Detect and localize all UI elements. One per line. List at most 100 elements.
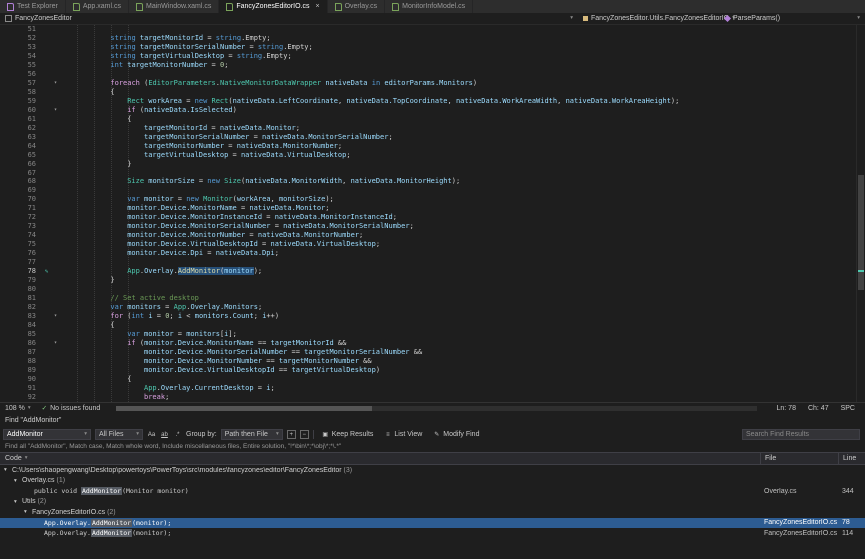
code-line[interactable]: 92break; xyxy=(0,393,857,402)
tab-mainwindow-xaml-cs[interactable]: MainWindow.xaml.cs xyxy=(129,0,219,13)
fold-collapse-icon[interactable]: ▾ xyxy=(51,312,60,321)
fold-collapse-icon[interactable]: ▾ xyxy=(51,106,60,115)
code-line[interactable]: 88monitor.Device.MonitorNumber == target… xyxy=(0,357,857,366)
fold-margin xyxy=(51,169,60,178)
whole-word-icon[interactable]: ab xyxy=(160,430,169,439)
code-line[interactable]: 69 xyxy=(0,186,857,195)
tab-fancyzoneseditorio-cs[interactable]: FancyZonesEditorIO.cs× xyxy=(219,0,327,13)
code-line[interactable]: 82var monitors = App.Overlay.Monitors; xyxy=(0,303,857,312)
project-dropdown[interactable]: FancyZonesEditor ▾ xyxy=(0,13,578,24)
code-line[interactable]: 72monitor.Device.MonitorInstanceId = nat… xyxy=(0,213,857,222)
collapse-icon[interactable]: ▾ xyxy=(14,478,22,484)
code-line[interactable]: 90{ xyxy=(0,375,857,384)
horizontal-scrollbar[interactable] xyxy=(116,406,756,411)
code-line[interactable]: 80 xyxy=(0,285,857,294)
code-line[interactable]: 76monitor.Device.Dpi = nativeData.Dpi; xyxy=(0,249,857,258)
fold-collapse-icon[interactable]: ▾ xyxy=(51,339,60,348)
code-line[interactable]: 81// Set active desktop xyxy=(0,294,857,303)
tab-monitorinfomodel-cs[interactable]: MonitorInfoModel.cs xyxy=(385,0,473,13)
code-line[interactable]: 74monitor.Device.MonitorNumber = nativeD… xyxy=(0,231,857,240)
code-line[interactable]: 89monitor.Device.VirtualDesktopId == tar… xyxy=(0,366,857,375)
code-line[interactable]: 53string targetMonitorSerialNumber = str… xyxy=(0,43,857,52)
code-line[interactable]: 57▾foreach (EditorParameters.NativeMonit… xyxy=(0,79,857,88)
scope-combo[interactable]: All Files ▾ xyxy=(95,429,143,440)
match-case-icon[interactable]: Aa xyxy=(147,430,156,439)
find-group-row[interactable]: ▾FancyZonesEditorIO.cs (2) xyxy=(0,507,865,518)
tab-app-xaml-cs[interactable]: App.xaml.cs xyxy=(66,0,129,13)
code-line[interactable]: 91App.Overlay.CurrentDesktop = i; xyxy=(0,384,857,393)
list-view-button[interactable]: ≡ List View xyxy=(380,430,425,439)
code-line[interactable]: 56 xyxy=(0,70,857,79)
find-result-row[interactable]: App.Overlay.AddMonitor(monitor);FancyZon… xyxy=(0,528,865,539)
find-group-row[interactable]: ▾C:\Users\shaopengwang\Desktop\powertoys… xyxy=(0,465,865,476)
document-health-indicator[interactable]: ✓ No issues found xyxy=(36,405,107,412)
code-line[interactable]: 52string targetMonitorId = string.Empty; xyxy=(0,34,857,43)
code-line[interactable]: 65targetVirtualDesktop = nativeData.Virt… xyxy=(0,151,857,160)
column-header-code[interactable]: Code ▾ xyxy=(0,453,760,464)
search-placeholder: Search Find Results xyxy=(746,431,809,438)
code-line[interactable]: 84{ xyxy=(0,321,857,330)
zoom-control[interactable]: 108 % ▾ xyxy=(0,405,36,412)
close-icon[interactable]: × xyxy=(315,3,319,10)
find-group-row[interactable]: ▾Utils (2) xyxy=(0,497,865,508)
tab-test-explorer[interactable]: Test Explorer xyxy=(0,0,66,13)
type-dropdown[interactable]: FancyZonesEditor.Utils.FancyZonesEditorI… xyxy=(578,13,720,24)
group-by-value: Path then File xyxy=(225,431,268,438)
expand-all-icon[interactable]: + xyxy=(287,430,296,439)
scrollbar-thumb[interactable] xyxy=(858,175,864,290)
code-line[interactable]: 67 xyxy=(0,169,857,178)
code-line[interactable]: 83▾for (int i = 0; i < monitors.Count; i… xyxy=(0,312,857,321)
code-line[interactable]: 78✎App.Overlay.AddMonitor(monitor); xyxy=(0,267,857,276)
code-line[interactable]: 70var monitor = new Monitor(workArea, mo… xyxy=(0,195,857,204)
fold-collapse-icon[interactable]: ▾ xyxy=(51,79,60,88)
code-text: targetVirtualDesktop = nativeData.Virtua… xyxy=(60,151,857,160)
member-dropdown[interactable]: ParseParams() ▾ xyxy=(720,13,865,24)
code-line[interactable]: 60▾if (nativeData.IsSelected) xyxy=(0,106,857,115)
space-mode-indicator[interactable]: SPC xyxy=(841,405,855,412)
scrollbar-thumb[interactable] xyxy=(116,406,372,411)
code-line[interactable]: 64targetMonitorNumber = nativeData.Monit… xyxy=(0,142,857,151)
group-by-combo[interactable]: Path then File ▾ xyxy=(221,429,283,440)
collapse-icon[interactable]: ▾ xyxy=(24,509,32,515)
vertical-scrollbar[interactable] xyxy=(856,25,865,402)
column-header-line[interactable]: Line xyxy=(838,453,865,464)
tab-label: Overlay.cs xyxy=(345,3,378,10)
code-line[interactable]: 85var monitor = monitors[i]; xyxy=(0,330,857,339)
code-line[interactable]: 68Size monitorSize = new Size(nativeData… xyxy=(0,177,857,186)
collapse-all-icon[interactable]: − xyxy=(300,430,309,439)
code-line[interactable]: 66} xyxy=(0,160,857,169)
code-line[interactable]: 58{ xyxy=(0,88,857,97)
tab-overlay-cs[interactable]: Overlay.cs xyxy=(328,0,386,13)
code-line[interactable]: 77 xyxy=(0,258,857,267)
code-line[interactable]: 87monitor.Device.MonitorSerialNumber == … xyxy=(0,348,857,357)
find-group-row[interactable]: ▾Overlay.cs (1) xyxy=(0,476,865,487)
code-line[interactable]: 62targetMonitorId = nativeData.Monitor; xyxy=(0,124,857,133)
tab-label: MainWindow.xaml.cs xyxy=(146,3,211,10)
regex-icon[interactable]: .* xyxy=(173,430,182,439)
find-result-row[interactable]: App.Overlay.AddMonitor(monitor);FancyZon… xyxy=(0,518,865,529)
code-line[interactable]: 73monitor.Device.MonitorSerialNumber = n… xyxy=(0,222,857,231)
code-editor[interactable]: 5152string targetMonitorId = string.Empt… xyxy=(0,25,865,402)
code-line[interactable]: 63targetMonitorSerialNumber = nativeData… xyxy=(0,133,857,142)
line-indicator[interactable]: Ln: 78 xyxy=(777,405,796,412)
glyph-margin xyxy=(42,160,51,169)
code-line[interactable]: 51 xyxy=(0,25,857,34)
find-term-combo[interactable]: AddMonitor ▾ xyxy=(3,429,91,440)
code-line[interactable]: 55int targetMonitorNumber = 0; xyxy=(0,61,857,70)
code-line[interactable]: 79} xyxy=(0,276,857,285)
code-line[interactable]: 86▾if (monitor.Device.MonitorName == tar… xyxy=(0,339,857,348)
code-line[interactable]: 54string targetVirtualDesktop = string.E… xyxy=(0,52,857,61)
code-line[interactable]: 75monitor.Device.VirtualDesktopId = nati… xyxy=(0,240,857,249)
code-line[interactable]: 71monitor.Device.MonitorName = nativeDat… xyxy=(0,204,857,213)
keep-results-button[interactable]: ▣ Keep Results xyxy=(318,430,377,439)
column-indicator[interactable]: Ch: 47 xyxy=(808,405,829,412)
collapse-icon[interactable]: ▾ xyxy=(14,499,22,505)
column-header-file[interactable]: File xyxy=(760,453,838,464)
code-line[interactable]: 61{ xyxy=(0,115,857,124)
search-find-results-input[interactable]: Search Find Results xyxy=(742,429,860,440)
fold-margin xyxy=(51,204,60,213)
code-line[interactable]: 59Rect workArea = new Rect(nativeData.Le… xyxy=(0,97,857,106)
modify-find-button[interactable]: ✎ Modify Find xyxy=(429,430,482,439)
collapse-icon[interactable]: ▾ xyxy=(4,467,12,473)
find-result-row[interactable]: public void AddMonitor(Monitor monitor)O… xyxy=(0,486,865,497)
